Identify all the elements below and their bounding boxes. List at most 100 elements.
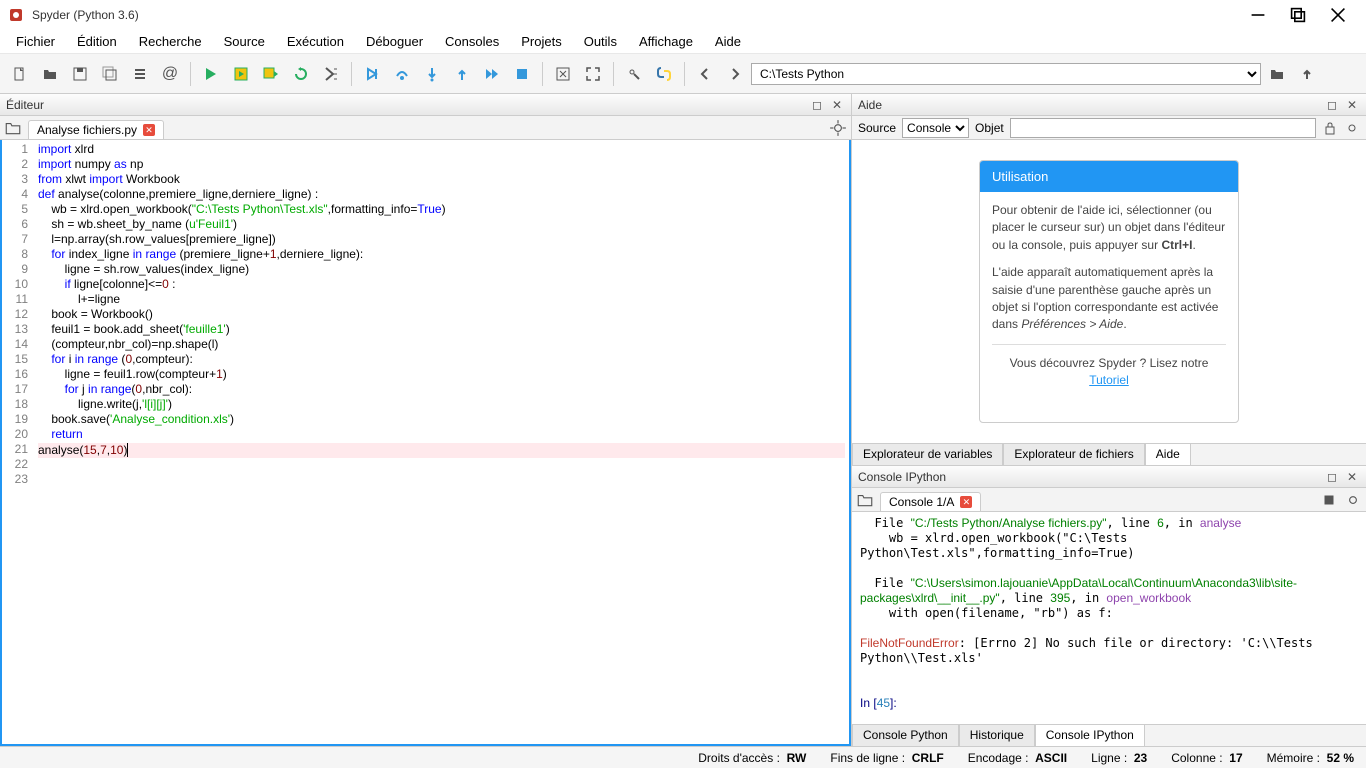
titlebar: Spyder (Python 3.6) bbox=[0, 0, 1366, 30]
close-ipy-tab-icon[interactable]: ✕ bbox=[960, 496, 972, 508]
status-eol: Fins de ligne : CRLF bbox=[830, 751, 943, 765]
tab-file-explorer[interactable]: Explorateur de fichiers bbox=[1003, 443, 1144, 465]
menu-source[interactable]: Source bbox=[214, 31, 275, 52]
undock-ipy-icon[interactable]: ◻ bbox=[1324, 469, 1340, 485]
save-all-button[interactable] bbox=[96, 60, 124, 88]
tab-python-console[interactable]: Console Python bbox=[852, 724, 959, 746]
code-content[interactable]: import xlrdimport numpy as npfrom xlwt i… bbox=[34, 140, 849, 744]
help-pane-title: Aide bbox=[858, 98, 882, 112]
window-title: Spyder (Python 3.6) bbox=[32, 8, 1238, 22]
close-tab-icon[interactable]: ✕ bbox=[143, 124, 155, 136]
editor-tabrow: Analyse fichiers.py ✕ bbox=[0, 116, 851, 140]
help-options-icon[interactable] bbox=[1344, 120, 1360, 136]
back-button[interactable] bbox=[691, 60, 719, 88]
undock-help-icon[interactable]: ◻ bbox=[1324, 97, 1340, 113]
menu-déboguer[interactable]: Déboguer bbox=[356, 31, 433, 52]
toolbar: @ C:\Tests Python bbox=[0, 54, 1366, 94]
menu-outils[interactable]: Outils bbox=[574, 31, 627, 52]
run-cell-button[interactable] bbox=[227, 60, 255, 88]
status-column: Colonne : 17 bbox=[1171, 751, 1242, 765]
help-toolbar: Source Console Objet bbox=[852, 116, 1366, 140]
close-ipy-icon[interactable]: ✕ bbox=[1344, 469, 1360, 485]
menu-édition[interactable]: Édition bbox=[67, 31, 127, 52]
maximize-button[interactable] bbox=[1278, 1, 1318, 29]
list-button[interactable] bbox=[126, 60, 154, 88]
ipy-console-output[interactable]: File "C:/Tests Python/Analyse fichiers.p… bbox=[852, 512, 1366, 724]
menu-aide[interactable]: Aide bbox=[705, 31, 751, 52]
editor-pane-header: Éditeur ◻ ✕ bbox=[0, 94, 851, 116]
maximize-pane-button[interactable] bbox=[549, 60, 577, 88]
preferences-button[interactable] bbox=[620, 60, 648, 88]
help-source-select[interactable]: Console bbox=[902, 118, 969, 138]
ipy-stop-icon[interactable] bbox=[1320, 491, 1338, 509]
menu-recherche[interactable]: Recherche bbox=[129, 31, 212, 52]
help-object-label: Objet bbox=[975, 121, 1004, 135]
browse-dir-button[interactable] bbox=[1263, 60, 1291, 88]
tab-help[interactable]: Aide bbox=[1145, 443, 1191, 465]
menu-affichage[interactable]: Affichage bbox=[629, 31, 703, 52]
step-over-button[interactable] bbox=[388, 60, 416, 88]
status-memory: Mémoire : 52 % bbox=[1267, 751, 1354, 765]
continue-button[interactable] bbox=[478, 60, 506, 88]
editor-tab-label: Analyse fichiers.py bbox=[37, 123, 137, 137]
run-cell-advance-button[interactable] bbox=[257, 60, 285, 88]
forward-button[interactable] bbox=[721, 60, 749, 88]
menu-exécution[interactable]: Exécution bbox=[277, 31, 354, 52]
minimize-button[interactable] bbox=[1238, 1, 1278, 29]
fullscreen-button[interactable] bbox=[579, 60, 607, 88]
run-button[interactable] bbox=[197, 60, 225, 88]
statusbar: Droits d'accès : RW Fins de ligne : CRLF… bbox=[0, 746, 1366, 768]
main-area: Éditeur ◻ ✕ Analyse fichiers.py ✕ 123456… bbox=[0, 94, 1366, 746]
working-dir-select[interactable]: C:\Tests Python bbox=[751, 63, 1261, 85]
help-pane-header: Aide ◻ ✕ bbox=[852, 94, 1366, 116]
step-out-button[interactable] bbox=[448, 60, 476, 88]
at-button[interactable]: @ bbox=[156, 60, 184, 88]
help-source-label: Source bbox=[858, 121, 896, 135]
new-file-button[interactable] bbox=[6, 60, 34, 88]
menu-fichier[interactable]: Fichier bbox=[6, 31, 65, 52]
debug-button[interactable] bbox=[358, 60, 386, 88]
help-body: Utilisation Pour obtenir de l'aide ici, … bbox=[852, 140, 1366, 443]
editor-tab[interactable]: Analyse fichiers.py ✕ bbox=[28, 120, 164, 139]
close-button[interactable] bbox=[1318, 1, 1358, 29]
browse-consoles-icon[interactable] bbox=[856, 491, 874, 509]
save-button[interactable] bbox=[66, 60, 94, 88]
right-panel: Aide ◻ ✕ Source Console Objet Utilisatio… bbox=[852, 94, 1366, 746]
tab-ipython-console[interactable]: Console IPython bbox=[1035, 724, 1145, 746]
menu-consoles[interactable]: Consoles bbox=[435, 31, 509, 52]
ipy-pane-header: Console IPython ◻ ✕ bbox=[852, 466, 1366, 488]
step-into-button[interactable] bbox=[418, 60, 446, 88]
editor-panel: Éditeur ◻ ✕ Analyse fichiers.py ✕ 123456… bbox=[0, 94, 852, 746]
help-panel: Aide ◻ ✕ Source Console Objet Utilisatio… bbox=[852, 94, 1366, 466]
close-help-icon[interactable]: ✕ bbox=[1344, 97, 1360, 113]
code-editor[interactable]: 1234567891011121314151617181920212223 im… bbox=[0, 140, 851, 746]
open-file-button[interactable] bbox=[36, 60, 64, 88]
stop-debug-button[interactable] bbox=[508, 60, 536, 88]
undock-icon[interactable]: ◻ bbox=[809, 97, 825, 113]
line-gutter: 1234567891011121314151617181920212223 bbox=[2, 140, 34, 744]
help-card-title: Utilisation bbox=[980, 161, 1238, 192]
ipython-panel: Console IPython ◻ ✕ Console 1/A ✕ File "… bbox=[852, 466, 1366, 746]
python-path-button[interactable] bbox=[650, 60, 678, 88]
tab-var-explorer[interactable]: Explorateur de variables bbox=[852, 443, 1003, 465]
status-line: Ligne : 23 bbox=[1091, 751, 1147, 765]
tab-history[interactable]: Historique bbox=[959, 724, 1035, 746]
browse-tabs-icon[interactable] bbox=[4, 119, 22, 137]
lock-icon[interactable] bbox=[1322, 120, 1338, 136]
menubar: FichierÉditionRechercheSourceExécutionDé… bbox=[0, 30, 1366, 54]
menu-projets[interactable]: Projets bbox=[511, 31, 571, 52]
editor-pane-title: Éditeur bbox=[6, 98, 44, 112]
ipy-pane-title: Console IPython bbox=[858, 470, 946, 484]
status-permissions: Droits d'accès : RW bbox=[698, 751, 806, 765]
run-selection-button[interactable] bbox=[317, 60, 345, 88]
close-pane-icon[interactable]: ✕ bbox=[829, 97, 845, 113]
editor-options-icon[interactable] bbox=[829, 119, 847, 137]
ipy-tab[interactable]: Console 1/A ✕ bbox=[880, 492, 981, 511]
spyder-logo-icon bbox=[8, 7, 24, 23]
ipy-options-icon[interactable] bbox=[1344, 491, 1362, 509]
help-object-input[interactable] bbox=[1010, 118, 1316, 138]
console-bottom-tabs: Console Python Historique Console IPytho… bbox=[852, 724, 1366, 746]
tutorial-link[interactable]: Tutoriel bbox=[1089, 373, 1129, 387]
parent-dir-button[interactable] bbox=[1293, 60, 1321, 88]
rerun-button[interactable] bbox=[287, 60, 315, 88]
